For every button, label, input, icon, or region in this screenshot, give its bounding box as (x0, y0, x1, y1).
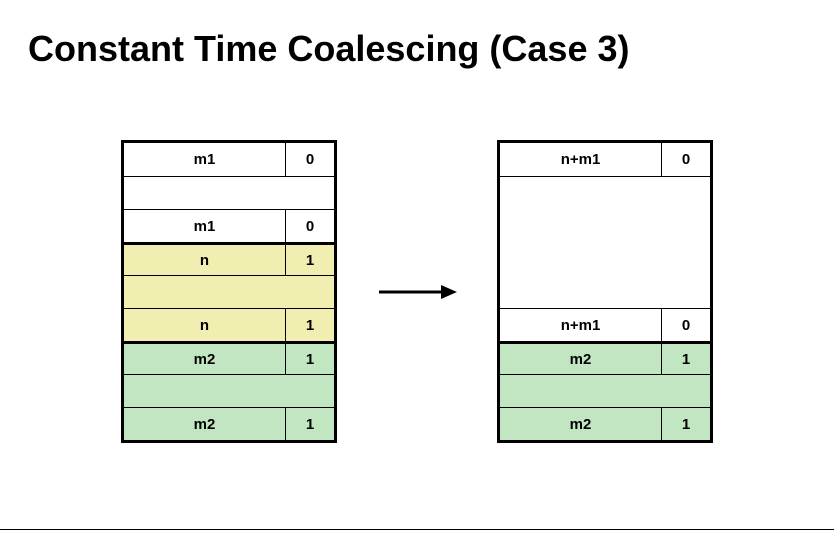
size-cell: m2 (500, 344, 662, 374)
size-cell: n+m1 (500, 143, 662, 176)
left-b1-header: m1 0 (124, 143, 334, 176)
before-table: m1 0 m1 0 n 1 n 1 m2 1 (121, 140, 337, 443)
right-b3-payload (500, 374, 710, 407)
payload-cell (124, 276, 334, 308)
right-b1-header: n+m1 0 (500, 143, 710, 176)
alloc-bit-cell: 1 (286, 309, 334, 341)
left-b3-footer: m2 1 (124, 407, 334, 440)
alloc-bit-cell: 0 (662, 309, 710, 341)
footer-divider (0, 529, 834, 530)
alloc-bit-cell: 1 (286, 245, 334, 275)
right-b3-header: m2 1 (500, 341, 710, 374)
size-cell: n (124, 245, 286, 275)
alloc-bit-cell: 0 (286, 143, 334, 176)
size-cell: n (124, 309, 286, 341)
alloc-bit-cell: 0 (286, 210, 334, 242)
size-cell: m2 (124, 408, 286, 440)
left-b3-header: m2 1 (124, 341, 334, 374)
right-b1-payload (500, 176, 710, 308)
size-cell: m1 (124, 210, 286, 242)
payload-cell (124, 375, 334, 407)
alloc-bit-cell: 1 (662, 408, 710, 440)
arrow-icon (377, 282, 457, 302)
payload-cell (124, 177, 334, 209)
size-cell: m2 (124, 344, 286, 374)
left-b2-header: n 1 (124, 242, 334, 275)
left-b2-payload (124, 275, 334, 308)
right-b1-footer: n+m1 0 (500, 308, 710, 341)
page-title: Constant Time Coalescing (Case 3) (0, 0, 834, 70)
right-b3-footer: m2 1 (500, 407, 710, 440)
size-cell: m2 (500, 408, 662, 440)
payload-cell (500, 177, 710, 308)
alloc-bit-cell: 1 (286, 408, 334, 440)
alloc-bit-cell: 1 (286, 344, 334, 374)
size-cell: n+m1 (500, 309, 662, 341)
after-table: n+m1 0 n+m1 0 m2 1 m2 1 (497, 140, 713, 443)
left-b2-footer: n 1 (124, 308, 334, 341)
coalescing-diagram: m1 0 m1 0 n 1 n 1 m2 1 (0, 140, 834, 443)
payload-cell (500, 375, 710, 407)
alloc-bit-cell: 1 (662, 344, 710, 374)
left-b1-footer: m1 0 (124, 209, 334, 242)
left-b3-payload (124, 374, 334, 407)
left-b1-payload (124, 176, 334, 209)
size-cell: m1 (124, 143, 286, 176)
alloc-bit-cell: 0 (662, 143, 710, 176)
